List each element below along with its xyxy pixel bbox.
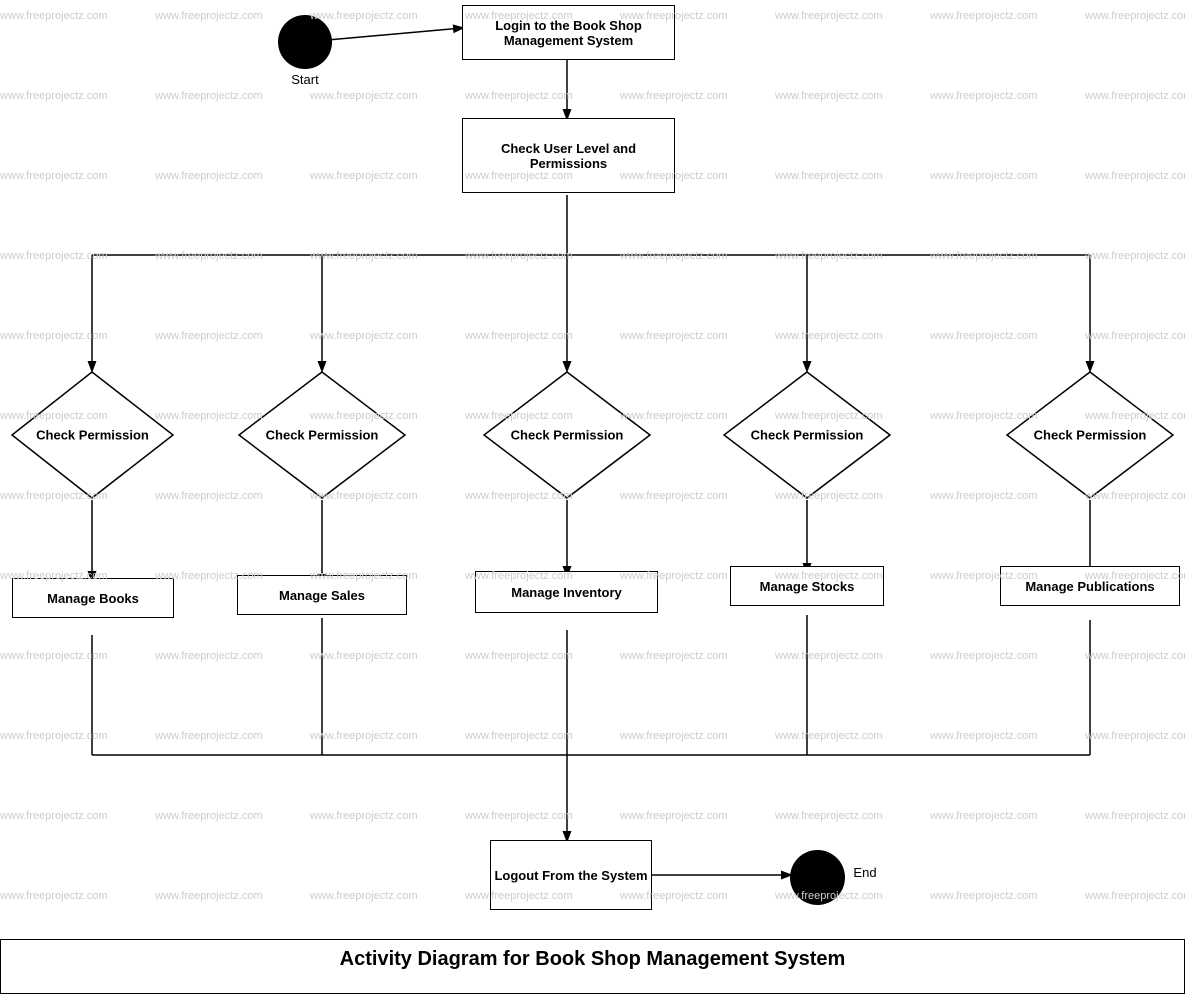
check-user-level-node: Check User Level and Permissions (462, 118, 675, 193)
manage-books-node: Manage Books (12, 578, 174, 618)
start-label: Start (285, 72, 325, 87)
diagram-footer: Activity Diagram for Book Shop Managemen… (0, 939, 1185, 994)
manage-publications-node: Manage Publications (1000, 566, 1180, 606)
check-perm-1-node: Check Permission (10, 370, 175, 500)
check-perm-5-node: Check Permission (1005, 370, 1175, 500)
end-node (790, 850, 845, 905)
manage-sales-node: Manage Sales (237, 575, 407, 615)
login-node: Login to the Book Shop Management System (462, 5, 675, 60)
check-perm-3-node: Check Permission (482, 370, 652, 500)
end-label: End (850, 865, 880, 880)
logout-node: Logout From the System (490, 840, 652, 910)
diagram-title: Activity Diagram for Book Shop Managemen… (1, 940, 1184, 971)
manage-stocks-node: Manage Stocks (730, 566, 884, 606)
manage-inventory-node: Manage Inventory (475, 571, 658, 613)
check-perm-4-node: Check Permission (722, 370, 892, 500)
start-node (278, 15, 332, 69)
check-perm-2-node: Check Permission (237, 370, 407, 500)
